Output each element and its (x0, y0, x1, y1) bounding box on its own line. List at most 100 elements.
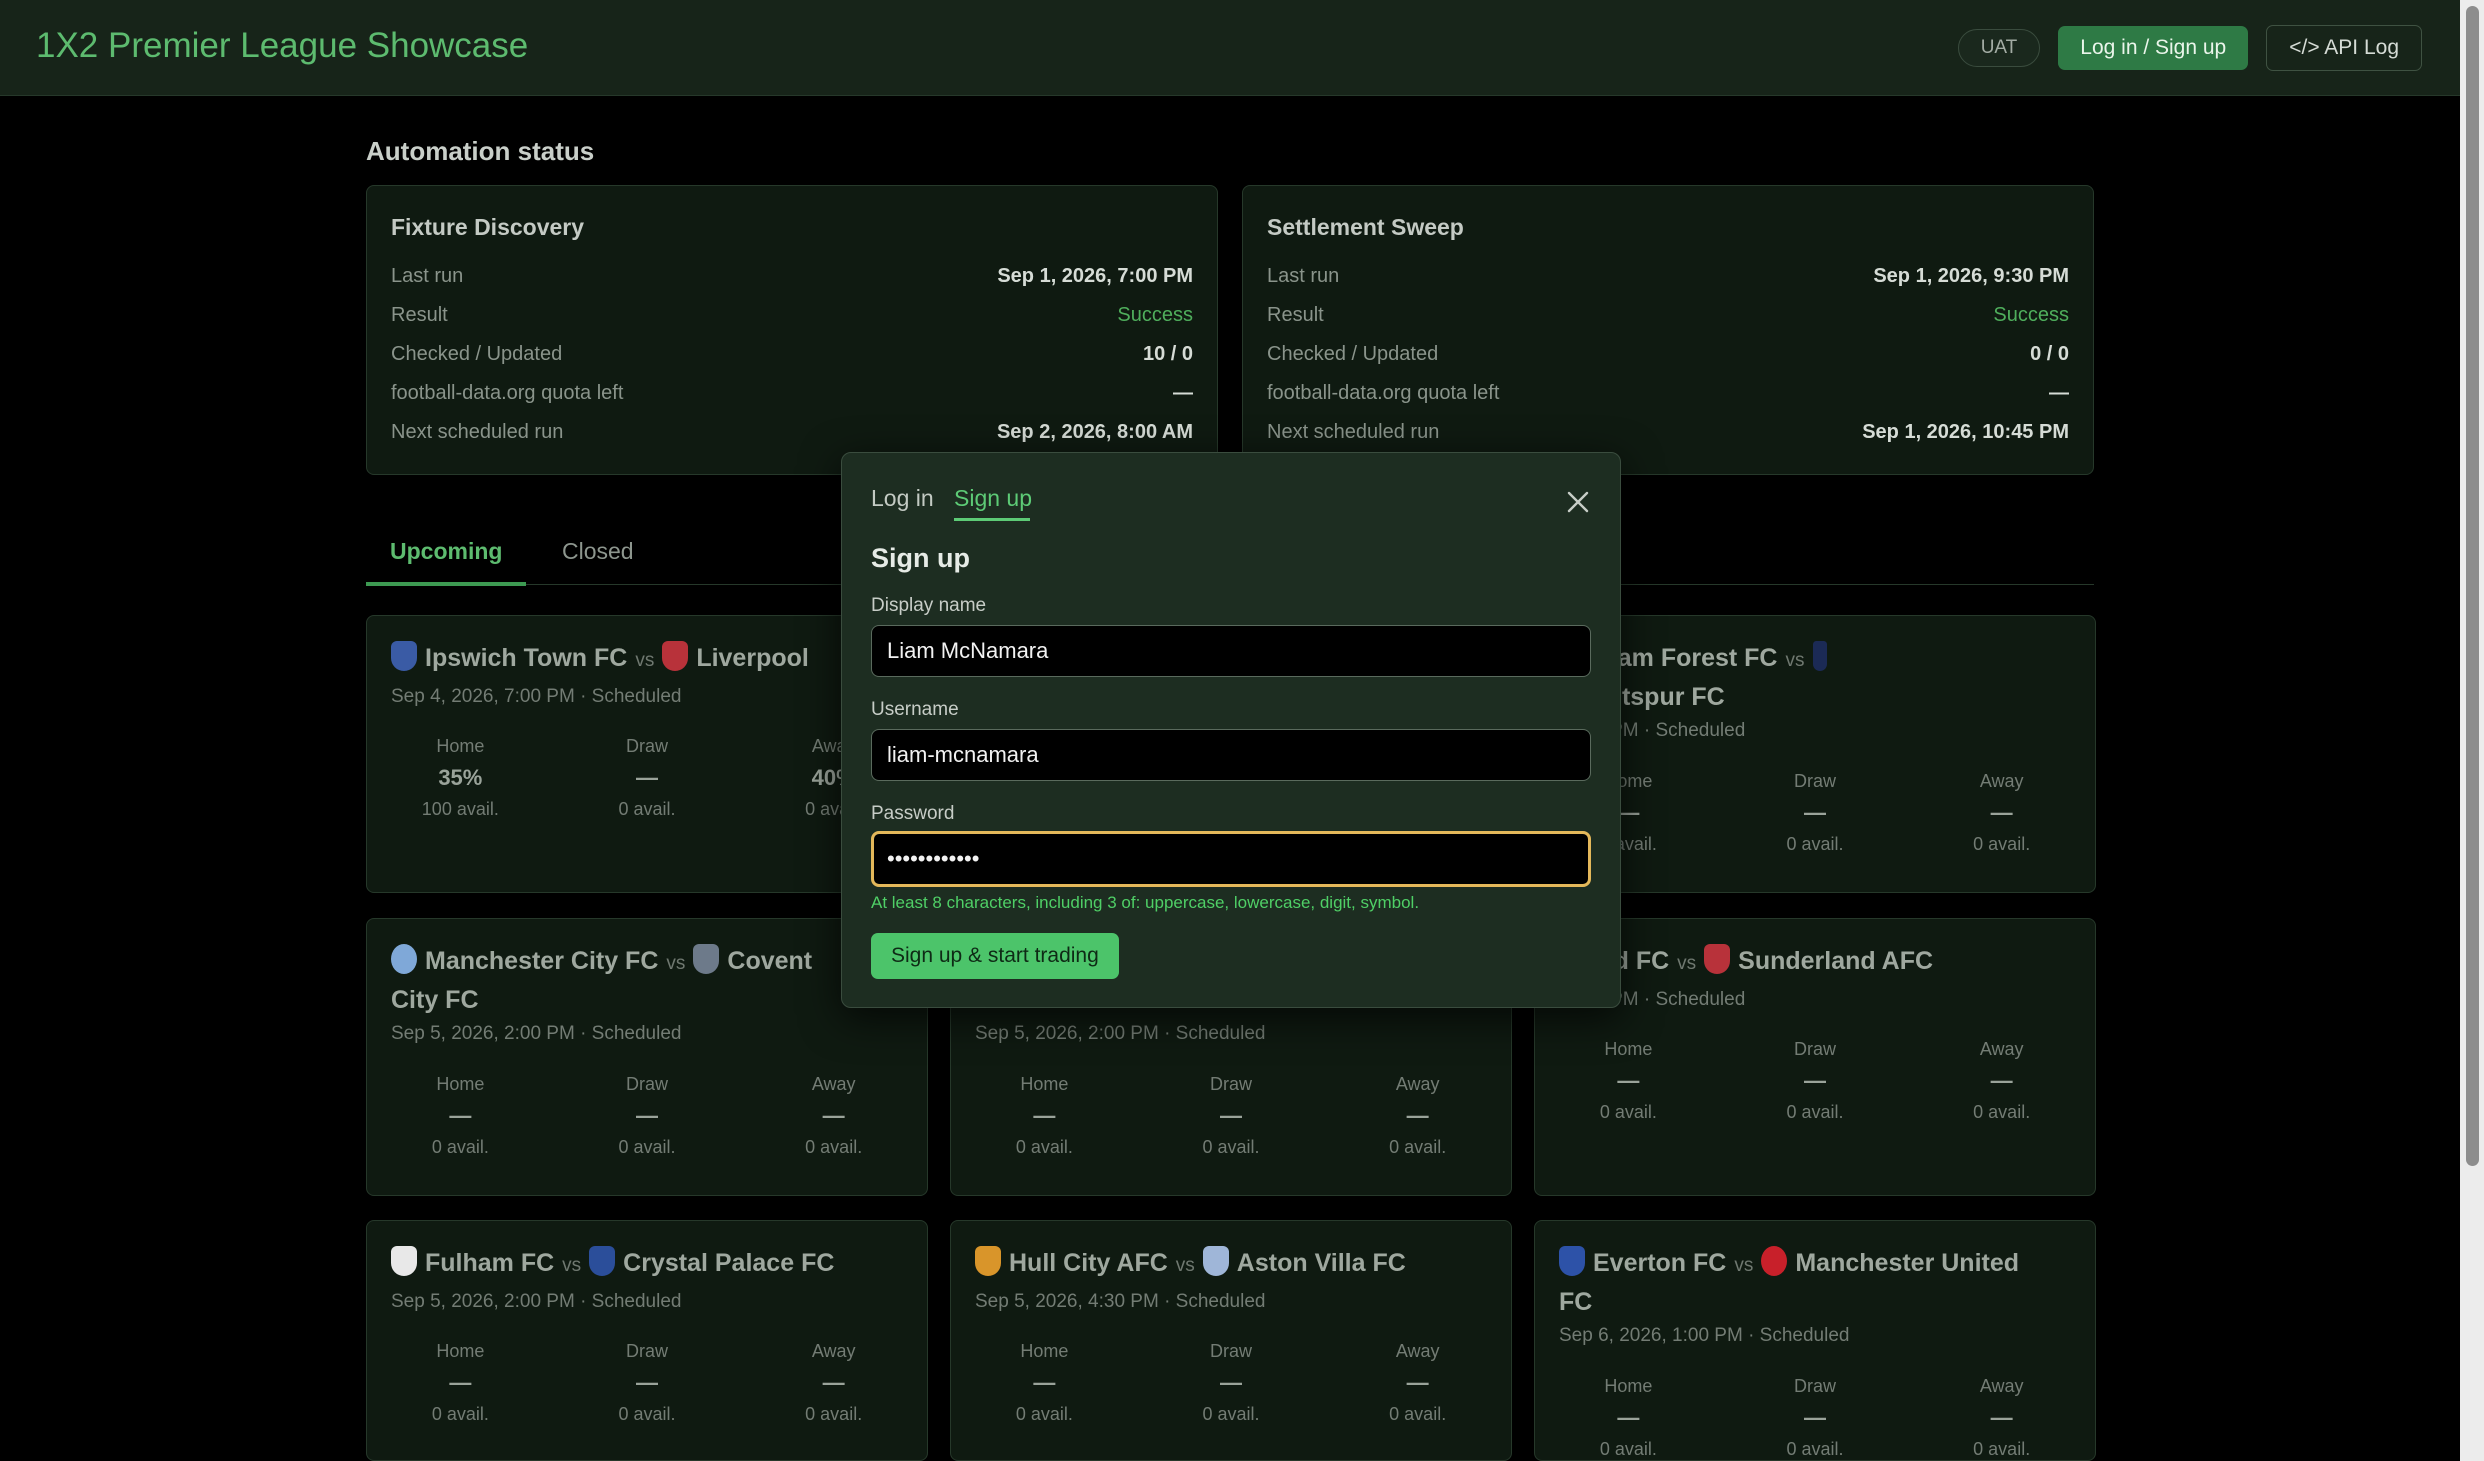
odds-value: — (1406, 1370, 1429, 1395)
odds-avail: 0 avail. (1015, 1137, 1073, 1157)
odds-draw[interactable]: Draw — 0 avail. (554, 1341, 741, 1425)
odds-avail: 0 avail. (618, 799, 676, 819)
odds-away[interactable]: Away — 0 avail. (1324, 1341, 1511, 1425)
odds-draw[interactable]: Draw — 0 avail. (1138, 1341, 1325, 1425)
automation-status-title: Automation status (366, 136, 595, 166)
odds-row: Home — 0 avail. Draw — 0 avail. Away — 0 avail… (1535, 1376, 2095, 1460)
vs-label: vs (562, 1255, 582, 1276)
sunderland-crest-icon (1704, 944, 1731, 974)
signup-submit-button[interactable]: Sign up & start trading (871, 933, 1119, 979)
odds-avail: 0 avail. (1202, 1404, 1260, 1424)
odds-home[interactable]: Home — 0 avail. (367, 1341, 554, 1425)
modal-tab-login[interactable]: Log in (871, 485, 934, 512)
match-card[interactable]: Hull City AFC vs Aston Villa FC Sep 5, 202… (950, 1220, 1512, 1461)
odds-home[interactable]: Home — 0 avail. (1535, 1376, 1722, 1460)
page-scrollbar[interactable] (2460, 0, 2484, 1461)
modal-title: Sign up (871, 543, 970, 573)
away-team: Liverpool (696, 644, 809, 672)
away-team-continued: City FC (391, 986, 479, 1014)
odds-label: Away (1979, 1376, 2024, 1396)
odds-home[interactable]: Home — 0 avail. (1535, 1039, 1722, 1123)
odds-label: Draw (1794, 1039, 1837, 1059)
odds-away[interactable]: Away — 0 avail. (740, 1341, 927, 1425)
match-meta: Sep 5, 2026, 2:00 PM · Scheduled (391, 1291, 682, 1312)
vs-label: vs (1175, 1255, 1195, 1276)
status-value: Sep 1, 2026, 9:30 PM (1873, 265, 2069, 287)
odds-avail: 0 avail. (805, 1404, 863, 1424)
odds-label: Home (1604, 1376, 1653, 1396)
odds-label: Draw (626, 1074, 669, 1094)
odds-draw[interactable]: Draw — 0 avail. (554, 1074, 741, 1158)
odds-away[interactable]: Away — 0 avail. (1908, 1039, 2095, 1123)
status-key: Checked / Updated (391, 343, 563, 365)
odds-value: — (1220, 1103, 1242, 1128)
odds-draw[interactable]: Draw — 0 avail. (554, 736, 741, 820)
status-value: 0 / 0 (2030, 343, 2069, 365)
odds-home[interactable]: Home 35% 100 avail. (367, 736, 554, 820)
odds-avail: 0 avail. (1786, 1102, 1844, 1122)
odds-value: — (449, 1103, 472, 1128)
odds-draw[interactable]: Draw — 0 avail. (1722, 771, 1909, 855)
status-row-result: Result Success (1267, 304, 2069, 327)
odds-avail: 0 avail. (618, 1137, 676, 1157)
status-value-success: Success (1117, 304, 1193, 326)
tab-upcoming[interactable]: Upcoming (390, 538, 502, 565)
odds-draw[interactable]: Draw — 0 avail. (1722, 1376, 1909, 1460)
display-name-input[interactable] (871, 625, 1591, 677)
status-key: football-data.org quota left (1267, 382, 1500, 404)
odds-away[interactable]: Away — 0 avail. (1908, 1376, 2095, 1460)
status-card-title: Fixture Discovery (391, 214, 585, 240)
odds-value: — (822, 1103, 845, 1128)
odds-label: Home (436, 1074, 485, 1094)
match-card[interactable]: Everton FC vs Manchester United FC Sep 6, 2… (1534, 1220, 2096, 1461)
status-key: Last run (1267, 265, 1340, 287)
odds-value: — (822, 1370, 845, 1395)
status-value: — (1173, 382, 1193, 404)
odds-label: Away (1979, 1039, 2024, 1059)
status-value: — (2049, 382, 2069, 404)
login-signup-button[interactable]: Log in / Sign up (2058, 26, 2249, 70)
home-team: Everton FC (1593, 1249, 1727, 1277)
odds-value: — (1617, 1068, 1640, 1093)
odds-label: Away (1979, 771, 2024, 791)
tottenham-crest-icon (1812, 641, 1827, 671)
odds-label: Away (1395, 1074, 1440, 1094)
man-united-crest-icon (1761, 1246, 1788, 1276)
odds-avail: 100 avail. (421, 799, 499, 819)
everton-crest-icon (1559, 1246, 1585, 1276)
odds-label: Draw (626, 736, 669, 756)
aston-villa-crest-icon (1202, 1246, 1229, 1276)
ipswich-crest-icon (391, 641, 417, 671)
odds-away[interactable]: Away — 0 avail. (1324, 1074, 1511, 1158)
status-row-checked-updated: Checked / Updated 10 / 0 (391, 343, 1193, 366)
odds-away[interactable]: Away — 0 avail. (740, 1074, 927, 1158)
status-value: Sep 1, 2026, 10:45 PM (1862, 421, 2069, 443)
odds-avail: 0 avail. (1973, 834, 2031, 854)
odds-draw[interactable]: Draw — 0 avail. (1138, 1074, 1325, 1158)
match-meta: Sep 5, 2026, 4:30 PM · Scheduled (975, 1291, 1266, 1312)
home-team: Manchester City FC (425, 947, 659, 975)
username-input[interactable] (871, 729, 1591, 781)
odds-label: Draw (1210, 1074, 1253, 1094)
odds-away[interactable]: Away — 0 avail. (1908, 771, 2095, 855)
password-input[interactable] (871, 831, 1591, 887)
odds-home[interactable]: Home — 0 avail. (367, 1074, 554, 1158)
match-card[interactable]: Fulham FC vs Crystal Palace FC Sep 5, 2026… (366, 1220, 928, 1461)
close-icon[interactable] (1564, 488, 1592, 516)
scrollbar-thumb[interactable] (2466, 6, 2479, 1166)
odds-value: — (1990, 1068, 2013, 1093)
odds-home[interactable]: Home — 0 avail. (951, 1341, 1138, 1425)
status-card-title: Settlement Sweep (1267, 214, 1464, 240)
odds-value: — (1804, 1068, 1826, 1093)
away-team: Manchester United (1795, 1249, 2020, 1277)
tab-closed[interactable]: Closed (562, 538, 634, 565)
api-log-button[interactable]: </> API Log (2266, 25, 2422, 71)
modal-tab-signup[interactable]: Sign up (954, 485, 1032, 512)
odds-home[interactable]: Home — 0 avail. (951, 1074, 1138, 1158)
odds-value: — (1406, 1103, 1429, 1128)
odds-avail: 0 avail. (1786, 1439, 1844, 1459)
odds-value: — (1990, 800, 2013, 825)
odds-label: Draw (626, 1341, 669, 1361)
odds-draw[interactable]: Draw — 0 avail. (1722, 1039, 1909, 1123)
home-team: Ipswich Town FC (425, 644, 628, 672)
